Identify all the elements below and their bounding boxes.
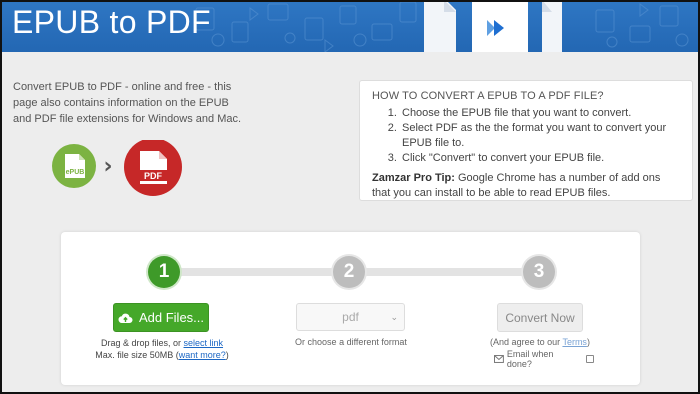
- document-icon: [424, 0, 562, 52]
- cloud-upload-icon: [118, 313, 133, 323]
- step-2-indicator: 2: [333, 256, 365, 288]
- email-label: Email when done?: [506, 349, 554, 369]
- format-hint: Or choose a different format: [295, 337, 407, 347]
- add-files-label: Add Files...: [138, 310, 205, 325]
- how-to-box: HOW TO CONVERT A EPUB TO A PDF FILE? Cho…: [359, 80, 693, 201]
- envelope-icon: [494, 355, 504, 363]
- max-size-text: Max. file size 50MB (: [95, 350, 179, 360]
- format-value: pdf: [342, 310, 359, 324]
- convert-now-button[interactable]: Convert Now: [497, 303, 583, 332]
- how-to-steps: Choose the EPUB file that you want to co…: [400, 106, 680, 166]
- epub-icon: ePUB: [52, 144, 96, 188]
- select-link[interactable]: select link: [184, 338, 224, 348]
- drag-drop-hint: Drag & drop files, or select link Max. f…: [72, 337, 252, 361]
- terms-suffix: ): [586, 337, 590, 347]
- want-more-link[interactable]: want more?: [179, 350, 226, 360]
- epub-label: ePUB: [66, 169, 85, 176]
- how-to-step: Click "Convert" to convert your EPUB fil…: [400, 151, 680, 166]
- header-banner: EPUB to PDF: [0, 0, 700, 52]
- email-when-done: Email when done?: [494, 349, 594, 369]
- terms-prefix: (And agree to our: [490, 337, 563, 347]
- how-to-heading: HOW TO CONVERT A EPUB TO A PDF FILE?: [372, 90, 604, 102]
- pro-tip-label: Zamzar Pro Tip:: [372, 172, 455, 184]
- pdf-icon: PDF: [124, 140, 182, 196]
- terms-hint: (And agree to our Terms): [475, 337, 605, 347]
- chevron-down-icon: ⌄: [390, 312, 398, 322]
- max-size-close: ): [225, 350, 229, 360]
- add-files-button[interactable]: Add Files...: [113, 303, 209, 332]
- email-checkbox[interactable]: [586, 355, 594, 363]
- step-1-indicator: 1: [148, 256, 180, 288]
- intro-text: Convert EPUB to PDF - online and free - …: [13, 81, 242, 125]
- pdf-label: PDF: [144, 171, 163, 181]
- how-to-step: Select PDF as the the format you want to…: [400, 121, 680, 151]
- conversion-arrow: ›: [103, 154, 112, 179]
- page-title: EPUB to PDF: [12, 4, 211, 40]
- terms-link[interactable]: Terms: [562, 337, 587, 347]
- pro-tip: Zamzar Pro Tip: Google Chrome has a numb…: [372, 171, 680, 201]
- how-to-step: Choose the EPUB file that you want to co…: [400, 106, 680, 121]
- epub-to-pdf-graphic: ePUB › PDF: [52, 140, 182, 196]
- step-3-indicator: 3: [523, 256, 555, 288]
- drag-drop-text: Drag & drop files, or: [100, 338, 184, 348]
- format-select[interactable]: pdf ⌄: [296, 303, 405, 331]
